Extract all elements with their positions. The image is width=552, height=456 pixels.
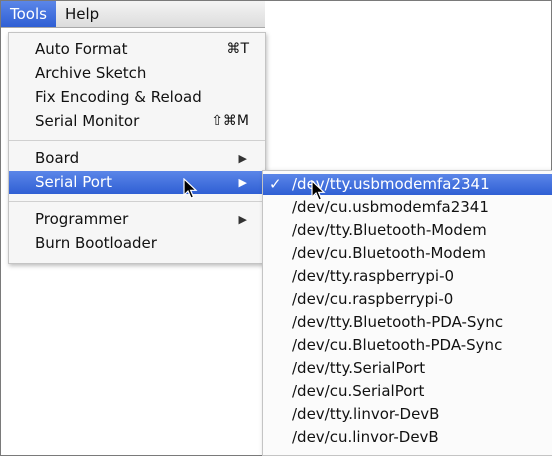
menu-item-fix-encoding-reload[interactable]: Fix Encoding & Reload: [9, 86, 265, 109]
triangle-right-icon: ▶: [238, 213, 247, 226]
shortcut-label: ⌘T: [226, 41, 249, 57]
menu-item-auto-format[interactable]: Auto Format ⌘T: [9, 38, 265, 61]
menu-item-label: Programmer: [35, 210, 129, 228]
serial-port-label: /dev/cu.linvor-DevB: [292, 428, 439, 446]
menu-item-label: Serial Monitor: [35, 112, 140, 130]
serial-port-label: /dev/tty.raspberrypi-0: [292, 267, 455, 285]
menu-item-label: Auto Format: [35, 40, 128, 58]
menu-item-label: Archive Sketch: [35, 64, 147, 82]
serial-port-item[interactable]: ✓ /dev/tty.usbmodemfa2341: [263, 174, 552, 195]
serial-port-label: /dev/cu.Bluetooth-PDA-Sync: [292, 336, 503, 354]
menubar-tools[interactable]: Tools: [1, 1, 56, 27]
arrow-cursor-icon: [183, 178, 198, 199]
serial-port-item[interactable]: /dev/tty.Bluetooth-PDA-Sync: [263, 312, 552, 333]
menu-item-programmer[interactable]: Programmer ▶: [9, 208, 265, 231]
serial-port-item[interactable]: /dev/tty.Bluetooth-Modem: [263, 220, 552, 241]
serial-port-item[interactable]: /dev/tty.SerialPort: [263, 358, 552, 379]
serial-port-label: /dev/cu.SerialPort: [292, 382, 425, 400]
serial-port-item[interactable]: /dev/cu.SerialPort: [263, 381, 552, 402]
menu-item-serial-monitor[interactable]: Serial Monitor ⇧⌘M: [9, 110, 265, 133]
triangle-right-icon: ▶: [238, 152, 247, 165]
serial-port-item[interactable]: /dev/cu.Bluetooth-Modem: [263, 243, 552, 264]
serial-port-item[interactable]: /dev/cu.Bluetooth-PDA-Sync: [263, 335, 552, 356]
serial-port-submenu: ✓ /dev/tty.usbmodemfa2341 /dev/cu.usbmod…: [262, 170, 552, 456]
serial-port-label: /dev/tty.Bluetooth-PDA-Sync: [292, 313, 504, 331]
menu-item-label: Board: [35, 149, 80, 167]
menu-bar: Tools Help: [1, 1, 265, 28]
triangle-right-icon: ▶: [238, 176, 247, 189]
serial-port-label: /dev/tty.SerialPort: [292, 359, 426, 377]
menu-item-serial-port[interactable]: Serial Port ▶: [9, 171, 265, 194]
menu-separator: [9, 140, 265, 141]
shortcut-label: ⇧⌘M: [211, 113, 249, 129]
serial-port-item[interactable]: /dev/tty.linvor-DevB: [263, 404, 552, 425]
menu-item-label: Serial Port: [35, 173, 112, 191]
serial-port-item[interactable]: /dev/tty.raspberrypi-0: [263, 266, 552, 287]
menu-item-archive-sketch[interactable]: Archive Sketch: [9, 62, 265, 85]
menu-item-label: Fix Encoding & Reload: [35, 88, 202, 106]
checkmark-icon: ✓: [269, 175, 282, 193]
menu-item-label: Burn Bootloader: [35, 234, 157, 252]
menu-item-board[interactable]: Board ▶: [9, 147, 265, 170]
serial-port-label: /dev/tty.Bluetooth-Modem: [292, 221, 487, 239]
menubar-help[interactable]: Help: [56, 1, 108, 27]
serial-port-item[interactable]: /dev/cu.linvor-DevB: [263, 427, 552, 448]
menu-separator: [9, 201, 265, 202]
serial-port-label: /dev/tty.linvor-DevB: [292, 405, 440, 423]
arrow-cursor-icon: [311, 180, 326, 201]
serial-port-label: /dev/cu.Bluetooth-Modem: [292, 244, 486, 262]
serial-port-item[interactable]: /dev/cu.usbmodemfa2341: [263, 197, 552, 218]
tools-menu: Auto Format ⌘T Archive Sketch Fix Encodi…: [8, 32, 266, 264]
serial-port-label: /dev/cu.raspberrypi-0: [292, 290, 454, 308]
menu-item-burn-bootloader[interactable]: Burn Bootloader: [9, 232, 265, 255]
serial-port-item[interactable]: /dev/cu.raspberrypi-0: [263, 289, 552, 310]
